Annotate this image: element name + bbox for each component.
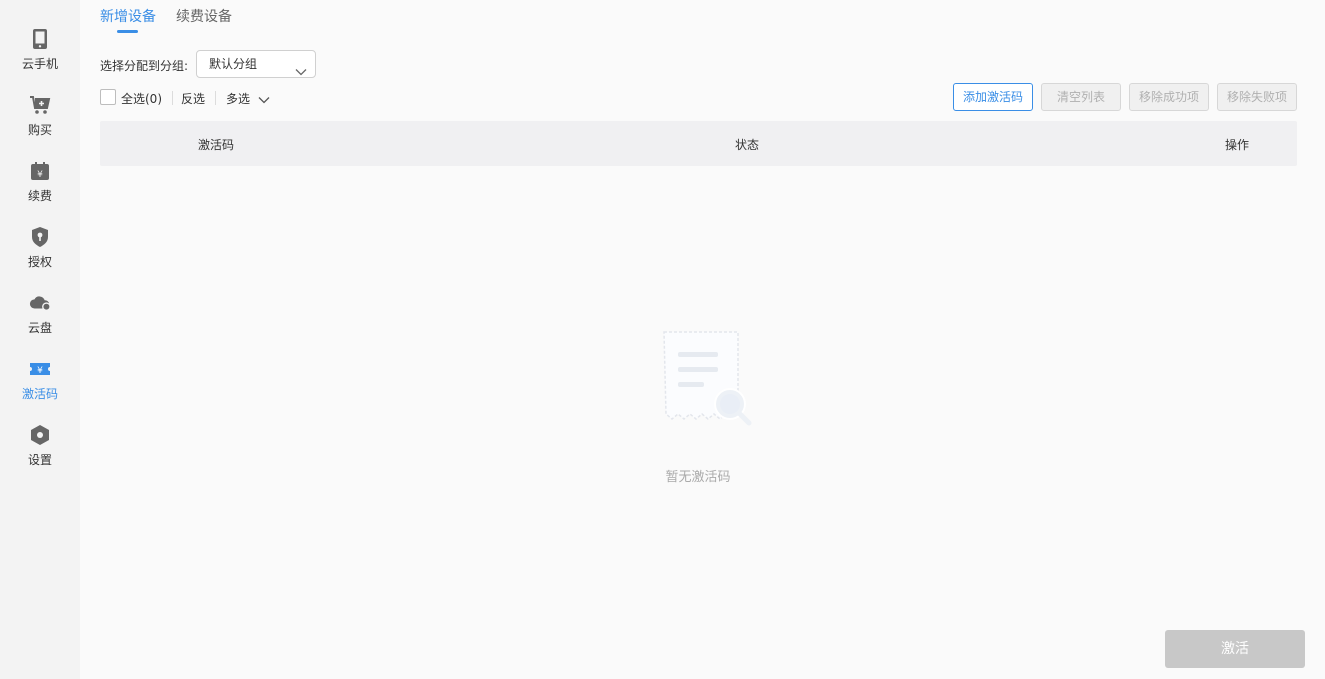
- empty-state-text: 暂无激活码: [665, 470, 731, 485]
- empty-state-illustration: [658, 326, 758, 436]
- select-all-checkbox[interactable]: [100, 89, 116, 105]
- sidebar-item-label: 云手机: [21, 57, 58, 71]
- remove-success-button[interactable]: 移除成功项: [1129, 83, 1209, 111]
- divider: [215, 91, 216, 105]
- sidebar-item-cloud-phone[interactable]: 云手机: [0, 28, 80, 88]
- phone-icon: [29, 28, 51, 50]
- sidebar-item-label: 授权: [27, 255, 52, 269]
- sidebar-item-authorize[interactable]: 授权: [0, 226, 80, 286]
- main-panel: 新增设备 续费设备 选择分配到分组: 默认分组 全选(0) 反选 多选 添加激活…: [80, 0, 1325, 679]
- activate-button[interactable]: 激活: [1165, 630, 1305, 668]
- sidebar-item-label: 激活码: [21, 387, 58, 401]
- table-header: 激活码 状态 操作: [100, 121, 1297, 166]
- gear-hex-icon: [29, 424, 51, 446]
- sidebar: 云手机 购买 ¥ 续费 授权 云盘 ¥ 激活码 设置: [0, 0, 80, 679]
- cart-icon: [29, 94, 51, 116]
- add-activation-code-button[interactable]: 添加激活码: [953, 83, 1033, 111]
- chevron-down-icon[interactable]: [258, 93, 270, 108]
- column-header-actions: 操作: [1225, 138, 1250, 152]
- group-select-value: 默认分组: [209, 57, 258, 71]
- tab-new-device[interactable]: 新增设备: [100, 6, 156, 26]
- sidebar-item-settings[interactable]: 设置: [0, 424, 80, 484]
- empty-document-search-icon: [663, 331, 752, 426]
- group-select-label: 选择分配到分组:: [100, 59, 189, 73]
- ticket-icon: ¥: [29, 358, 51, 380]
- sidebar-item-activation-code[interactable]: ¥ 激活码: [0, 358, 80, 418]
- sidebar-item-renew[interactable]: ¥ 续费: [0, 160, 80, 220]
- select-all-label[interactable]: 全选(0): [121, 90, 162, 107]
- column-header-status: 状态: [735, 138, 760, 152]
- active-tab-indicator: [117, 30, 138, 33]
- divider: [172, 91, 173, 105]
- renew-calendar-icon: ¥: [29, 160, 51, 182]
- sidebar-item-buy[interactable]: 购买: [0, 94, 80, 154]
- sidebar-item-label: 购买: [27, 123, 52, 137]
- chevron-down-icon: [295, 59, 307, 85]
- sidebar-item-label: 续费: [27, 189, 52, 203]
- sidebar-item-label: 云盘: [27, 321, 52, 335]
- sidebar-item-cloud-disk[interactable]: 云盘: [0, 292, 80, 352]
- clear-list-button[interactable]: 清空列表: [1041, 83, 1121, 111]
- remove-failed-button[interactable]: 移除失败项: [1217, 83, 1297, 111]
- sidebar-item-label: 设置: [27, 453, 52, 467]
- invert-selection-button[interactable]: 反选: [181, 90, 205, 107]
- column-header-code: 激活码: [198, 138, 235, 152]
- shield-key-icon: [29, 226, 51, 248]
- svg-text:¥: ¥: [37, 366, 43, 376]
- cloud-disk-icon: [29, 292, 51, 314]
- svg-text:¥: ¥: [37, 170, 43, 180]
- group-select[interactable]: 默认分组: [196, 50, 316, 78]
- tab-renew-device[interactable]: 续费设备: [176, 6, 232, 26]
- multi-select-button[interactable]: 多选: [226, 90, 250, 107]
